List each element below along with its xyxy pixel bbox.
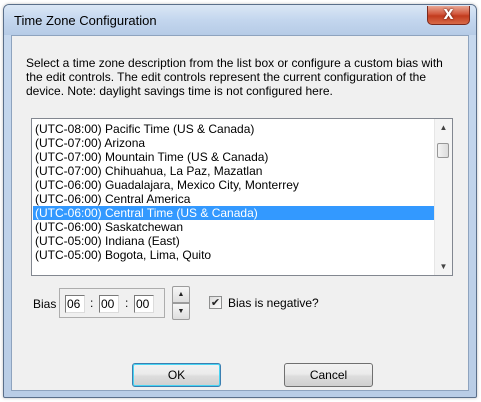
arrow-up-icon: ▲ <box>177 291 185 298</box>
arrow-up-icon: ▲ <box>439 123 448 132</box>
timezone-list-item[interactable]: (UTC-06:00) Saskatchewan <box>33 220 434 234</box>
window-title: Time Zone Configuration <box>14 13 157 28</box>
timezone-list-item[interactable]: (UTC-06:00) Central America <box>33 192 434 206</box>
close-icon: X <box>443 7 454 23</box>
scroll-thumb[interactable] <box>437 143 449 158</box>
dialog-window: Time Zone Configuration X Select a time … <box>3 4 477 398</box>
timezone-list-item[interactable]: (UTC-06:00) Guadalajara, Mexico City, Mo… <box>33 178 434 192</box>
timezone-list-item[interactable]: (UTC-07:00) Chihuahua, La Paz, Mazatlan <box>33 164 434 178</box>
bias-negative-label[interactable]: Bias is negative? <box>228 296 319 310</box>
checkmark-icon: ✔ <box>210 296 221 309</box>
bias-negative-checkbox[interactable]: ✔ <box>209 296 222 309</box>
listbox-scrollbar[interactable]: ▲ ▼ <box>434 119 452 275</box>
timezone-listbox[interactable]: (UTC-08:00) Pacific Time (US & Canada) (U… <box>31 118 453 276</box>
bias-label: Bias <box>33 297 57 311</box>
arrow-down-icon: ▼ <box>177 308 185 315</box>
timezone-list-items: (UTC-08:00) Pacific Time (US & Canada) (U… <box>33 122 434 262</box>
title-bar[interactable]: Time Zone Configuration X <box>4 5 476 35</box>
arrow-down-icon: ▼ <box>439 262 448 271</box>
ok-button[interactable]: OK <box>132 363 221 387</box>
timezone-list-item[interactable]: (UTC-07:00) Arizona <box>33 136 434 150</box>
bias-hours-field[interactable]: 06 <box>65 295 85 313</box>
spin-down-button[interactable]: ▼ <box>172 303 190 320</box>
spin-up-button[interactable]: ▲ <box>172 286 190 303</box>
description-text: Select a time zone description from the … <box>26 56 443 98</box>
dialog-client-area: Select a time zone description from the … <box>11 35 469 391</box>
bias-minutes-field[interactable]: 00 <box>99 295 119 313</box>
bias-seconds-field[interactable]: 00 <box>134 295 154 313</box>
close-button[interactable]: X <box>427 6 470 25</box>
time-separator: : <box>90 296 94 310</box>
cancel-button[interactable]: Cancel <box>284 363 373 387</box>
time-separator: : <box>125 296 129 310</box>
scroll-up-button[interactable]: ▲ <box>435 119 452 136</box>
bias-spinner: ▲ ▼ <box>172 286 190 320</box>
timezone-list-item[interactable]: (UTC-05:00) Bogota, Lima, Quito <box>33 248 434 262</box>
timezone-list-item[interactable]: (UTC-07:00) Mountain Time (US & Canada) <box>33 150 434 164</box>
timezone-list-item[interactable]: (UTC-08:00) Pacific Time (US & Canada) <box>33 122 434 136</box>
bias-time-control: 06 : 00 : 00 <box>59 288 165 318</box>
timezone-list-item[interactable]: (UTC-05:00) Indiana (East) <box>33 234 434 248</box>
timezone-list-item[interactable]: (UTC-06:00) Central Time (US & Canada) <box>33 206 434 220</box>
scroll-down-button[interactable]: ▼ <box>435 258 452 275</box>
